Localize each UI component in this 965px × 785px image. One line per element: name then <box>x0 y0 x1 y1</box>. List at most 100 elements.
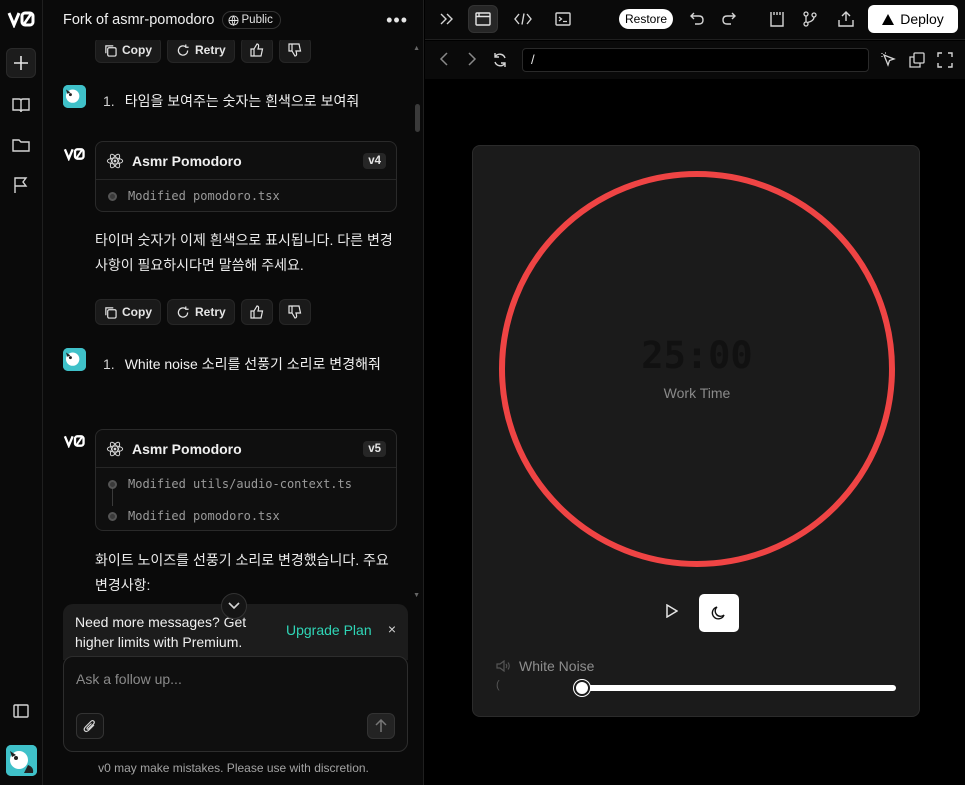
v0-logo[interactable] <box>7 10 37 30</box>
version-card-title: Asmr Pomodoro <box>132 440 242 457</box>
chevron-down-icon <box>228 602 240 610</box>
file-change-text: Modified utils/audio-context.ts <box>128 477 352 491</box>
more-options-icon[interactable]: ••• <box>386 10 408 31</box>
moon-icon <box>711 606 725 620</box>
retry-icon <box>177 305 189 318</box>
open-new-window-icon[interactable] <box>909 52 925 71</box>
message-composer: Ask a follow up... <box>63 656 408 752</box>
volume-slider-thumb[interactable] <box>574 680 590 696</box>
fullscreen-icon[interactable] <box>937 52 953 71</box>
volume-slider-track[interactable] <box>581 685 896 691</box>
redo-icon[interactable] <box>714 5 744 33</box>
triangle-icon <box>882 13 895 25</box>
thumbs-down-button[interactable] <box>278 40 311 63</box>
preview-tab-icon[interactable] <box>468 5 498 33</box>
thumbs-up-icon <box>250 43 263 57</box>
code-tab-icon[interactable] <box>508 5 538 33</box>
noise-label-text: White Noise <box>519 658 595 674</box>
play-button[interactable] <box>655 594 689 628</box>
version-card[interactable]: Asmr Pomodoro v5 Modified utils/audio-co… <box>95 429 397 531</box>
globe-icon <box>227 14 239 26</box>
book-icon[interactable] <box>6 90 36 120</box>
volume-min-icon: ( <box>496 679 500 691</box>
restore-button[interactable]: Restore <box>619 9 674 29</box>
play-icon <box>666 604 678 618</box>
list-number: 1. <box>103 356 115 372</box>
assistant-message-text: 타이머 숫자가 이제 흰색으로 표시됩니다. 다른 변경사항이 필요하시다면 말… <box>95 232 393 273</box>
retry-button[interactable]: Retry <box>167 299 235 325</box>
undo-icon[interactable] <box>682 5 712 33</box>
chat-header: Fork of asmr-pomodoro Public ••• <box>43 0 423 40</box>
flag-icon[interactable] <box>6 170 36 200</box>
retry-label: Retry <box>195 43 226 57</box>
visibility-badge[interactable]: Public <box>221 11 281 29</box>
file-change-text: Modified pomodoro.tsx <box>128 189 280 203</box>
upgrade-banner-text: Need more messages? Get higher limits wi… <box>75 614 247 650</box>
message-actions: Copy Retry <box>95 40 311 63</box>
message-list[interactable]: Copy Retry 1. 타임을 보여주는 숫자는 흰색으로 보여줘 Asmr… <box>43 40 423 600</box>
arrow-up-icon <box>375 719 387 732</box>
thumbs-down-icon <box>288 305 301 319</box>
attach-button[interactable] <box>76 713 104 739</box>
chat-panel: Fork of asmr-pomodoro Public ••• Copy Re… <box>43 0 424 785</box>
scroll-to-bottom-button[interactable] <box>221 593 247 619</box>
theme-toggle-button[interactable] <box>699 594 739 632</box>
user-avatar-small <box>63 348 86 371</box>
folder-icon[interactable] <box>6 130 36 160</box>
file-change-item: Modified utils/audio-context.ts <box>96 468 396 500</box>
version-card-header: Asmr Pomodoro v4 <box>96 142 396 180</box>
terminal-tab-icon[interactable] <box>548 5 578 33</box>
v0-assistant-icon <box>62 434 88 450</box>
user-message-text: White noise 소리를 선풍기 소리로 변경해줘 <box>124 356 381 372</box>
thumbs-up-icon <box>250 305 263 319</box>
left-rail <box>0 0 43 785</box>
git-branch-icon[interactable] <box>795 5 825 33</box>
disclaimer: v0 may make mistakes. Please use with di… <box>98 761 369 775</box>
timer-mode-label: Work Time <box>663 385 731 401</box>
deploy-button[interactable]: Deploy <box>868 5 958 33</box>
version-card-header: Asmr Pomodoro v5 <box>96 430 396 468</box>
address-bar: / <box>425 41 965 79</box>
thumbs-up-button[interactable] <box>240 299 273 325</box>
retry-icon <box>177 43 189 56</box>
scroll-down-arrow-icon[interactable]: ▼ <box>413 592 420 599</box>
copy-button[interactable]: Copy <box>95 40 161 63</box>
preview-panel: Restore Deploy / 25:00 Work Time White N… <box>425 0 965 785</box>
version-card[interactable]: Asmr Pomodoro v4 Modified pomodoro.tsx <box>95 141 397 212</box>
react-icon <box>106 441 124 456</box>
user-avatar[interactable] <box>6 745 37 776</box>
copy-label: Copy <box>122 43 152 57</box>
toggle-sidebar-icon[interactable] <box>6 696 36 726</box>
thumbs-down-button[interactable] <box>278 299 311 325</box>
follow-up-input[interactable]: Ask a follow up... <box>76 671 182 687</box>
file-change-text: Modified pomodoro.tsx <box>128 509 280 523</box>
version-badge: v5 <box>363 440 386 457</box>
select-element-icon[interactable] <box>881 52 897 71</box>
user-message-text: 타임을 보여주는 숫자는 흰색으로 보여줘 <box>124 93 360 109</box>
pomodoro-card: 25:00 Work Time White Noise ( <box>472 145 920 717</box>
retry-button[interactable]: Retry <box>167 40 235 63</box>
share-icon[interactable] <box>831 5 861 33</box>
block-icon[interactable] <box>762 5 792 33</box>
timer-display: 25:00 <box>641 334 753 377</box>
react-icon <box>106 153 124 168</box>
chat-title[interactable]: Fork of asmr-pomodoro <box>63 12 215 28</box>
forward-icon[interactable] <box>467 52 477 69</box>
thumbs-up-button[interactable] <box>240 40 273 63</box>
send-button[interactable] <box>367 713 395 739</box>
v0-assistant-icon <box>62 147 88 163</box>
close-icon[interactable]: × <box>388 621 396 637</box>
copy-button[interactable]: Copy <box>95 299 161 325</box>
upgrade-plan-link[interactable]: Upgrade Plan <box>286 622 372 638</box>
back-icon[interactable] <box>439 52 449 69</box>
refresh-icon[interactable] <box>492 52 508 71</box>
new-chat-button[interactable] <box>6 48 36 78</box>
file-change-item: Modified pomodoro.tsx <box>96 500 396 530</box>
visibility-label: Public <box>241 14 273 26</box>
deploy-label: Deploy <box>900 11 944 27</box>
url-input[interactable]: / <box>522 48 869 72</box>
chat-scrollbar[interactable] <box>415 104 420 132</box>
scroll-up-arrow-icon[interactable]: ▲ <box>413 45 420 52</box>
collapse-panel-icon[interactable] <box>432 5 462 33</box>
version-card-title: Asmr Pomodoro <box>132 152 242 169</box>
